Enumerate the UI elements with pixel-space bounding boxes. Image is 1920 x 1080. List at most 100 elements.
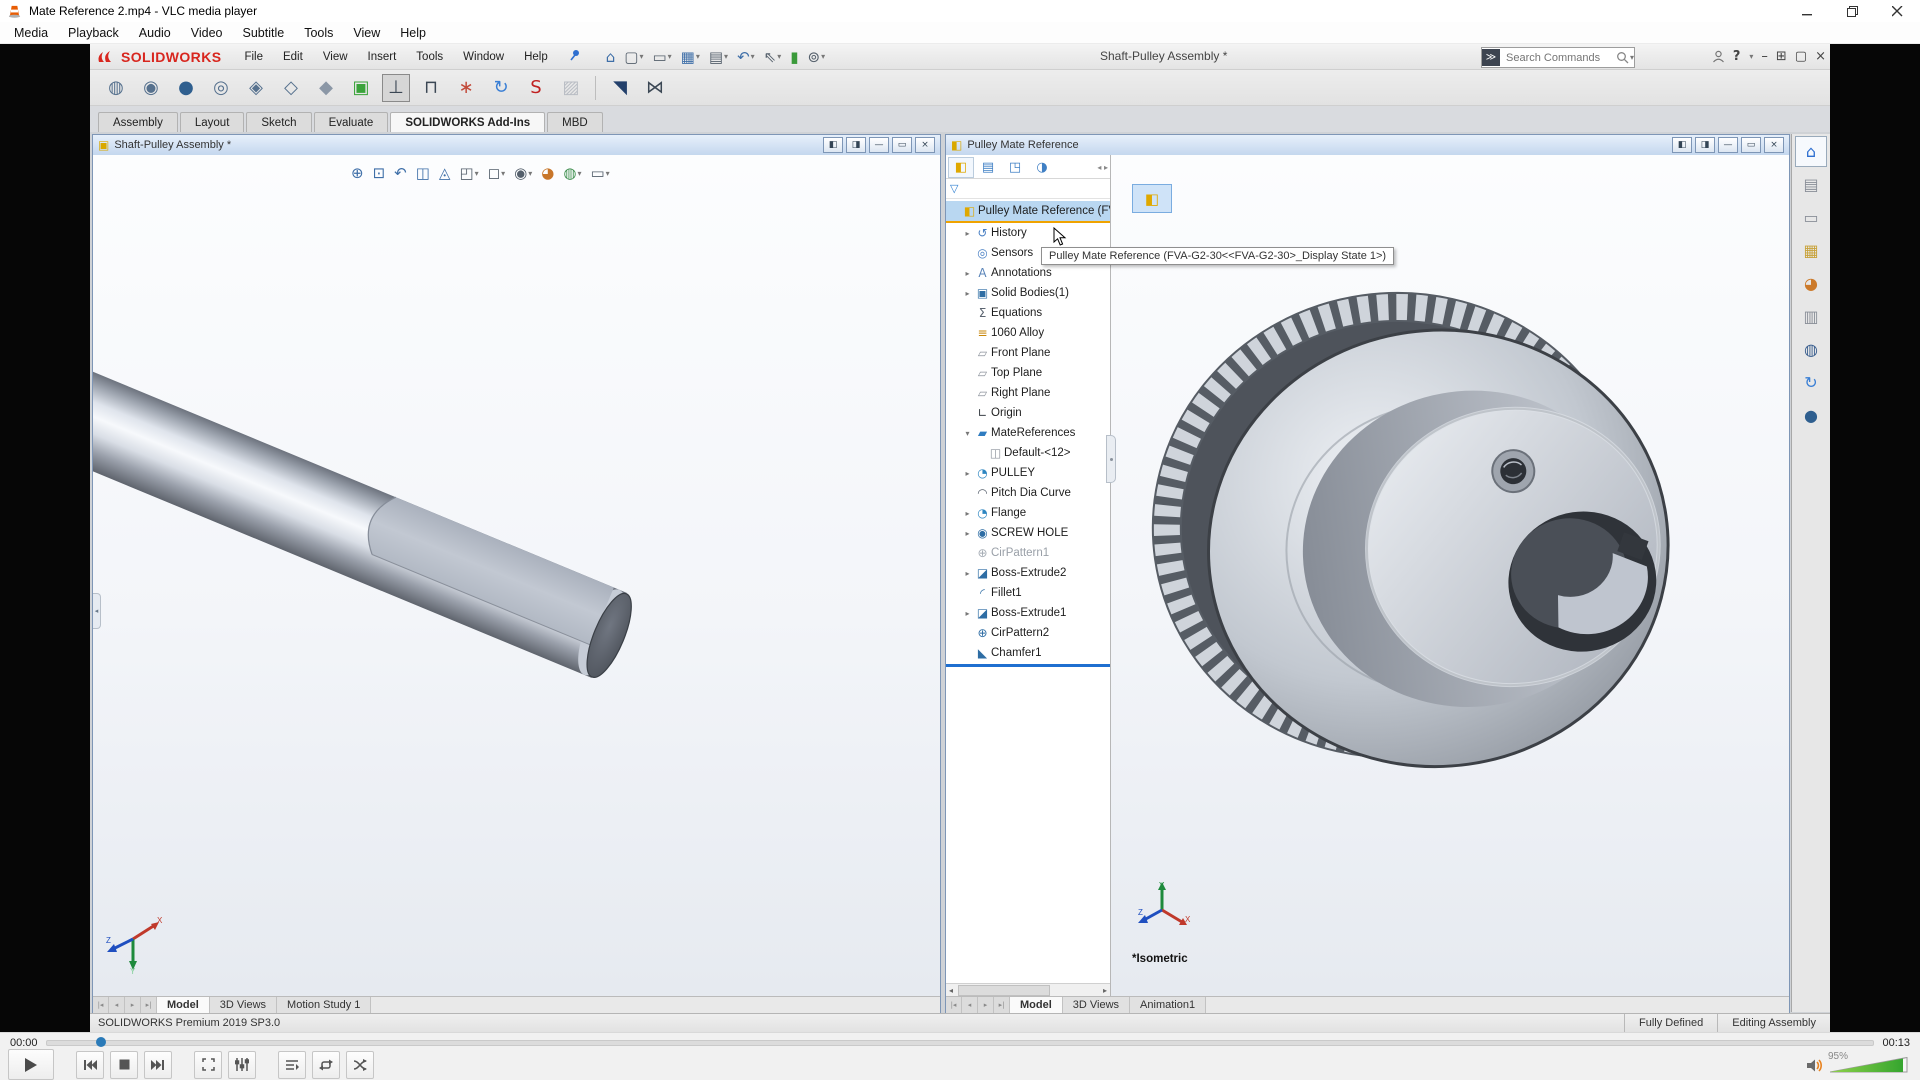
vlc-menu-help[interactable]: Help: [390, 24, 436, 42]
tab-scroll-first-icon[interactable]: |◂: [946, 997, 962, 1013]
vlc-close-icon[interactable]: [1875, 0, 1920, 22]
tree-item-pitch-dia-curve[interactable]: ◠Pitch Dia Curve: [946, 483, 1110, 503]
undo-dropdown-icon[interactable]: ▾: [751, 52, 755, 61]
interference-detection-icon[interactable]: ∗: [452, 74, 480, 102]
tree-expand-icon[interactable]: ▸: [961, 229, 974, 238]
tree-item-matereferences[interactable]: ▾▰MateReferences: [946, 423, 1110, 443]
left-restore-icon[interactable]: ▭: [892, 137, 912, 153]
insert-components-icon[interactable]: ◉: [137, 74, 165, 102]
mate-icon[interactable]: ◎: [207, 74, 235, 102]
pin-icon[interactable]: [569, 49, 581, 64]
vlc-menu-subtitle[interactable]: Subtitle: [233, 24, 295, 42]
tree-item-screw-hole[interactable]: ▸◉SCREW HOLE: [946, 523, 1110, 543]
smart-fasteners-icon[interactable]: ◆: [312, 74, 340, 102]
save-icon[interactable]: ▦▾: [678, 47, 703, 67]
assembly-features-icon[interactable]: ▣: [347, 74, 375, 102]
tree-expand-icon[interactable]: ▾: [961, 429, 974, 438]
user-account-icon[interactable]: [1712, 50, 1725, 63]
doc-tab-motion-study-1[interactable]: Motion Study 1: [277, 997, 371, 1013]
search-input[interactable]: [1504, 51, 1616, 65]
stamp-icon[interactable]: ▨: [557, 74, 585, 102]
print-dropdown-icon[interactable]: ▾: [724, 52, 728, 61]
doc-tab-model[interactable]: Model: [1010, 997, 1063, 1013]
right-window-titlebar[interactable]: ◧ Pulley Mate Reference ◧ ◨ — ▭ ×: [946, 135, 1789, 156]
featuremanager-tab-icon[interactable]: ◧: [948, 157, 974, 178]
doc-tab-model[interactable]: Model: [157, 997, 210, 1013]
configurationmanager-tab-icon[interactable]: ◳: [1002, 157, 1028, 178]
previous-button[interactable]: [76, 1051, 104, 1079]
simulationxpress-icon[interactable]: S: [522, 74, 550, 102]
tree-item-flange[interactable]: ▸◔Flange: [946, 503, 1110, 523]
tree-expand-icon[interactable]: ▸: [961, 609, 974, 618]
shaft-model[interactable]: [93, 155, 940, 997]
random-button[interactable]: [346, 1051, 374, 1079]
left-close-icon[interactable]: ×: [915, 137, 935, 153]
new-document-icon[interactable]: ▢▾: [621, 47, 646, 67]
hscroll-thumb[interactable]: [958, 985, 1050, 996]
seek-bar[interactable]: [46, 1040, 1875, 1046]
sw-menu-file[interactable]: File: [235, 48, 272, 66]
seek-thumb[interactable]: [96, 1037, 106, 1047]
search-commands-box[interactable]: ≫ ▾: [1481, 47, 1635, 68]
vlc-menu-playback[interactable]: Playback: [58, 24, 129, 42]
right-tile-horizontal-icon[interactable]: ◧: [1672, 137, 1692, 153]
filter-icon[interactable]: ▽: [950, 182, 958, 195]
fullscreen-button[interactable]: [194, 1051, 222, 1079]
vlc-restore-icon[interactable]: [1830, 0, 1875, 22]
tab-sketch[interactable]: Sketch: [246, 112, 311, 132]
doc-tab-3d-views[interactable]: 3D Views: [1063, 997, 1130, 1013]
home-icon[interactable]: ⌂: [603, 47, 619, 67]
new-document-dropdown-icon[interactable]: ▾: [639, 52, 643, 61]
extended-settings-button[interactable]: [228, 1051, 256, 1079]
options-icon[interactable]: ⊚▾: [805, 47, 829, 67]
hscroll-left-icon[interactable]: ◂: [946, 986, 956, 995]
tab-solidworks-add-ins[interactable]: SOLIDWORKS Add-Ins: [390, 112, 545, 132]
tree-item-solid-bodies-1[interactable]: ▸▣Solid Bodies(1): [946, 283, 1110, 303]
speaker-icon[interactable]: [1806, 1058, 1824, 1073]
tree-item-front-plane[interactable]: ▱Front Plane: [946, 343, 1110, 363]
rollback-bar[interactable]: [946, 664, 1110, 667]
stop-button[interactable]: [110, 1051, 138, 1079]
tree-item-top-plane[interactable]: ▱Top Plane: [946, 363, 1110, 383]
vlc-minimize-icon[interactable]: [1785, 0, 1830, 22]
open-document-icon[interactable]: ▭▾: [649, 47, 674, 67]
tree-item-default-12[interactable]: ◫Default-<12>: [946, 443, 1110, 463]
view-palette-taskpane-icon[interactable]: ▦: [1795, 235, 1827, 266]
next-button[interactable]: [144, 1051, 172, 1079]
sw-close-icon[interactable]: ×: [1815, 49, 1826, 64]
tree-expand-icon[interactable]: ▸: [961, 569, 974, 578]
rotate-component-icon[interactable]: ↻: [487, 74, 515, 102]
tab-assembly[interactable]: Assembly: [98, 112, 178, 132]
playlist-button[interactable]: [278, 1051, 306, 1079]
tree-item-history[interactable]: ▸↺History: [946, 223, 1110, 243]
tab-scroll-last-icon[interactable]: ▸|: [141, 997, 157, 1013]
left-minimize-icon[interactable]: —: [869, 137, 889, 153]
open-document-dropdown-icon[interactable]: ▾: [668, 52, 672, 61]
doc-tab-3d-views[interactable]: 3D Views: [210, 997, 277, 1013]
tab-scroll-first-icon[interactable]: |◂: [93, 997, 109, 1013]
right-tile-vertical-icon[interactable]: ◨: [1695, 137, 1715, 153]
loop-button[interactable]: [312, 1051, 340, 1079]
measure-icon[interactable]: ⊓: [417, 74, 445, 102]
sw-menu-insert[interactable]: Insert: [359, 48, 406, 66]
search-icon[interactable]: [1616, 51, 1629, 64]
tree-expand-icon[interactable]: ▸: [961, 469, 974, 478]
tree-expand-icon[interactable]: ▸: [961, 289, 974, 298]
sw-minimize-icon[interactable]: –: [1761, 49, 1768, 64]
vlc-menu-media[interactable]: Media: [4, 24, 58, 42]
vlc-menu-video[interactable]: Video: [181, 24, 233, 42]
tree-item-right-plane[interactable]: ▱Right Plane: [946, 383, 1110, 403]
tab-scroll-last-icon[interactable]: ▸|: [994, 997, 1010, 1013]
tree-item-annotations[interactable]: ▸AAnnotations: [946, 263, 1110, 283]
tab-mbd[interactable]: MBD: [547, 112, 603, 132]
tree-item-cirpattern1[interactable]: ⊕CirPattern1: [946, 543, 1110, 563]
linear-component-pattern-icon[interactable]: ◈: [242, 74, 270, 102]
options-dropdown-icon[interactable]: ▾: [821, 52, 825, 61]
help-icon[interactable]: ?: [1733, 49, 1741, 64]
sw-menu-tools[interactable]: Tools: [407, 48, 452, 66]
appearances-scenes-taskpane-icon[interactable]: ◕: [1795, 268, 1827, 299]
tree-item-fillet1[interactable]: ◜Fillet1: [946, 583, 1110, 603]
tab-layout[interactable]: Layout: [180, 112, 245, 132]
video-area[interactable]: SOLIDWORKS FileEditViewInsertToolsWindow…: [0, 44, 1920, 1032]
left-panel-collapse-handle[interactable]: ◂: [93, 593, 101, 629]
